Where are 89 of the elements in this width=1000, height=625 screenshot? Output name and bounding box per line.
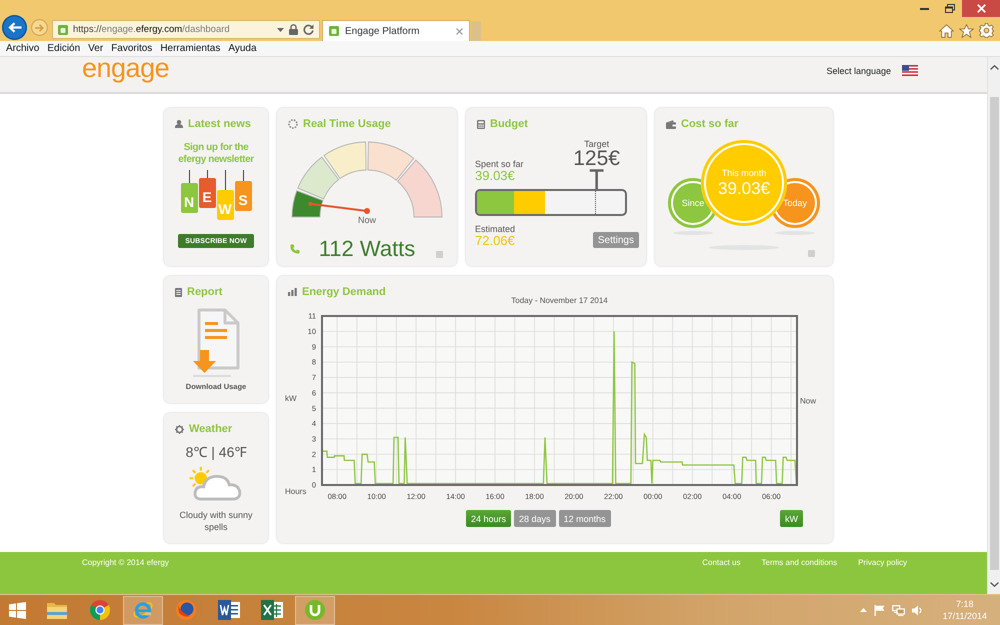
arrow-left-icon [8,22,22,33]
chrome-icon [89,599,111,621]
estimated-value: 72.06€ [475,234,516,248]
bubble-label: This month [722,168,766,179]
card-title: Cost so far [681,118,738,130]
spent-value: 39.03€ [475,169,516,183]
forward-button[interactable] [31,19,48,36]
gauge-segment [324,142,367,179]
power-reading: 112 Watts [318,237,416,261]
gear-icon [175,424,184,434]
close-button[interactable] [962,0,1000,17]
spinner-icon [288,119,298,129]
calculator-icon [477,120,485,128]
footer-link[interactable]: Privacy policy [858,558,907,568]
language-selector[interactable]: Select language [826,66,891,76]
restore-icon [944,4,954,13]
scrollbar-thumb[interactable] [990,97,998,570]
windows-logo-icon [8,602,26,618]
card-title: Latest news [188,118,251,130]
minimize-icon [920,8,929,10]
flag-icon[interactable] [902,65,918,76]
news-tag: S [234,181,252,211]
close-icon [976,4,986,13]
card-title: Energy Demand [302,286,386,298]
document-icon [175,288,182,296]
utorrent-icon [304,599,326,621]
favicon-icon [329,26,339,36]
word-icon [218,600,240,620]
folder-icon [46,600,68,620]
menu-item[interactable]: Herramientas [160,42,220,54]
phone-icon [290,244,300,254]
dropdown-caret-icon[interactable] [277,28,284,32]
weather-summary: Cloudy with sunny spells [178,509,254,533]
temperature: 8℃ | 46℉ [186,444,246,460]
firefox-icon [175,599,197,621]
card-title: Real Time Usage [303,118,391,130]
range-button[interactable]: 28 days [514,510,556,527]
menu-item[interactable]: Favoritos [111,42,152,54]
menu-item[interactable]: Ver [88,42,104,54]
range-button[interactable]: 24 hours [466,510,512,527]
now-label: Now [800,396,816,406]
arrow-right-icon [35,24,44,32]
menu-item[interactable]: Edición [47,42,80,54]
clock-date[interactable]: 17/11/2014 [942,610,987,622]
wallet-icon [666,120,676,128]
target-label: Target [584,139,610,149]
settings-icon[interactable] [979,23,994,38]
footer-link[interactable]: Contact us [702,558,740,568]
chart-title: Today - November 17 2014 [511,296,608,306]
y-axis-label: kW [285,394,297,403]
news-tag: E [198,178,216,208]
document-download-icon[interactable] [191,308,241,378]
x-axis-label: Hours [285,487,306,496]
news-tag: N [180,183,198,213]
bar-chart-icon [288,288,297,296]
favicon-icon [58,24,68,34]
menu-item[interactable]: Archivo [6,42,40,54]
home-icon[interactable] [939,24,954,38]
settings-button[interactable]: Settings [592,232,639,248]
newsletter-headline: Sign up for the efergy newsletter [177,142,255,166]
scrollbar[interactable] [987,57,1000,594]
needle-label: Now [358,215,376,225]
copyright-text: Copyright © 2014 efergy [82,558,169,568]
spent-label: Spent so far [475,159,524,169]
footer-link[interactable]: Terms and conditions [762,558,838,568]
network-icon[interactable] [892,604,905,616]
speaker-icon[interactable] [912,604,922,616]
card-title: Report [187,286,222,298]
browser-tab[interactable]: Engage Platform [322,20,470,41]
chevron-down-icon[interactable] [990,582,998,586]
chevron-up-icon[interactable] [990,64,998,70]
menu-item[interactable]: Ayuda [228,42,257,54]
address-field[interactable]: https://engage.efergy.com/dashboard [52,20,320,39]
clock-time[interactable]: 7:18 [956,598,974,610]
lock-icon[interactable] [289,24,298,35]
range-button[interactable]: 12 months [558,510,611,527]
excel-icon [261,600,283,620]
refresh-icon[interactable] [303,24,314,35]
bubble-value: 39.03€ [718,179,770,198]
target-value: 125€ [573,149,620,169]
star-icon[interactable] [959,24,974,38]
close-icon[interactable] [456,28,463,34]
estimated-label: Estimated [475,224,516,234]
back-button[interactable] [2,15,27,40]
unit-button[interactable]: kW [780,510,803,527]
card-title: Weather [189,423,232,435]
card-title: Budget [490,118,528,130]
person-icon [175,120,183,128]
news-tag: W [216,190,234,220]
